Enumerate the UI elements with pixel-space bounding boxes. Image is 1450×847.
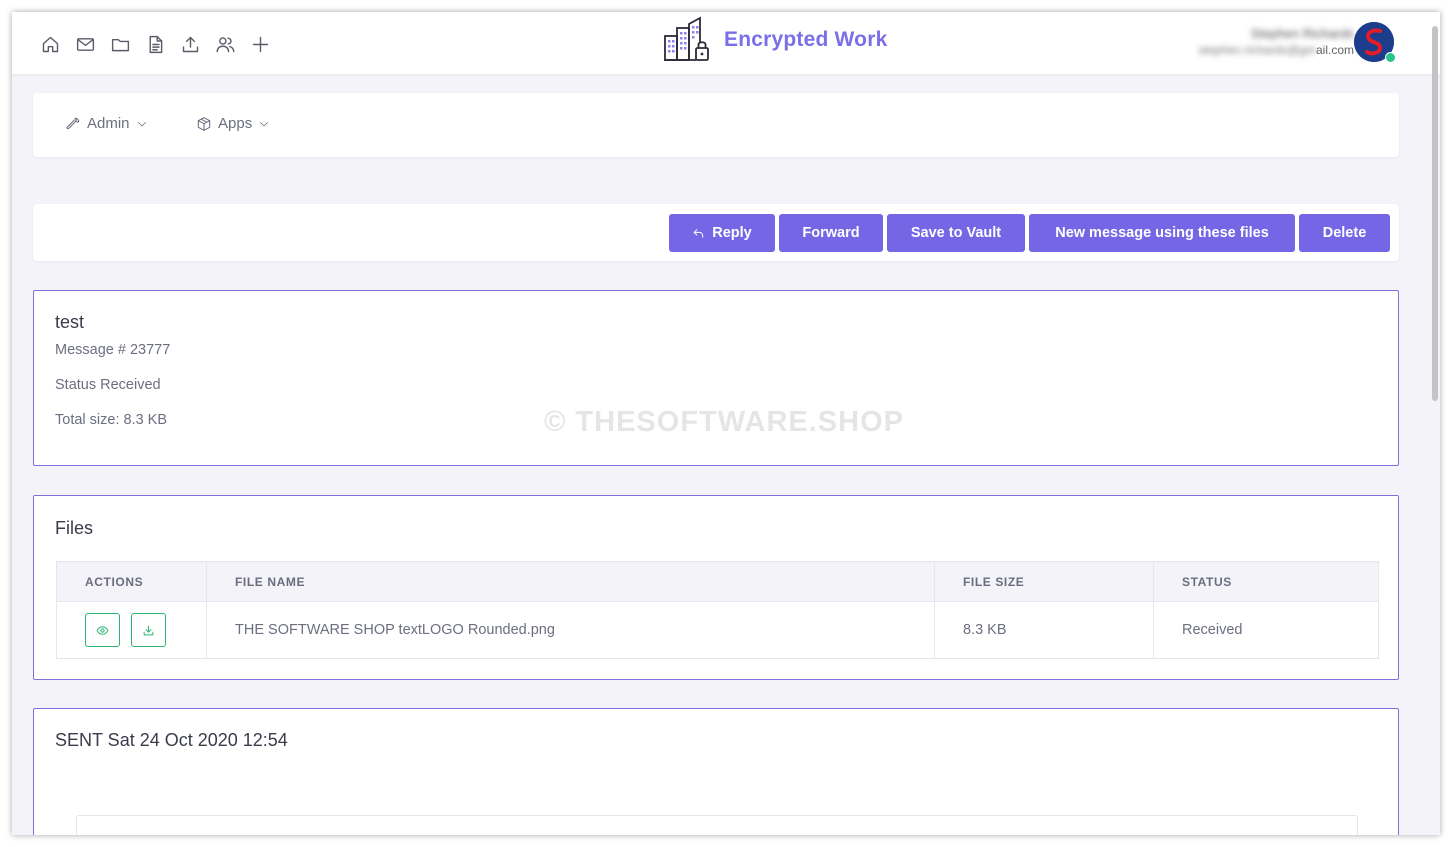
message-toolbar: Reply Forward Save to Vault New message … <box>33 204 1399 261</box>
main-menu: Admin Apps <box>33 93 1399 157</box>
top-navbar: Encrypted Work Stephen Richards stephen.… <box>12 12 1440 74</box>
files-title: Files <box>55 518 94 538</box>
message-status: Status Received <box>55 377 161 393</box>
wrench-icon <box>66 117 80 129</box>
brand-title: Encrypted Work <box>724 28 888 51</box>
online-status-dot <box>1385 52 1396 63</box>
column-header-actions[interactable]: ACTIONS <box>57 562 207 601</box>
mail-icon[interactable] <box>73 32 97 56</box>
nav-icon-bar <box>38 32 272 56</box>
sent-title: SENT Sat 24 Oct 2020 12:54 <box>55 730 288 750</box>
delete-button[interactable]: Delete <box>1299 214 1390 252</box>
files-panel: Files ACTIONS FILE NAME FILE SIZE STATUS… <box>33 495 1399 680</box>
scrollbar-thumb[interactable] <box>1432 26 1438 401</box>
column-header-file-size[interactable]: FILE SIZE <box>935 562 1154 601</box>
forward-button[interactable]: Forward <box>779 214 883 252</box>
box-icon <box>197 116 211 131</box>
message-body-box <box>76 815 1358 835</box>
menu-apps-label: Apps <box>218 115 253 132</box>
download-icon <box>143 625 154 635</box>
file-size-cell: 8.3 KB <box>935 602 1154 658</box>
avatar[interactable] <box>1354 22 1396 63</box>
watermark: © THESOFTWARE.SHOP <box>544 406 904 438</box>
building-lock-icon <box>664 16 709 61</box>
menu-admin[interactable]: Admin <box>65 115 148 132</box>
home-icon[interactable] <box>38 32 62 56</box>
users-icon[interactable] <box>213 32 237 56</box>
table-row: THE SOFTWARE SHOP textLOGO Rounded.png 8… <box>57 602 1378 658</box>
folder-icon[interactable] <box>108 32 132 56</box>
upload-icon[interactable] <box>178 32 202 56</box>
sent-panel: SENT Sat 24 Oct 2020 12:54 <box>33 708 1399 835</box>
message-number: Message # 23777 <box>55 342 171 358</box>
eye-icon <box>96 625 109 635</box>
reply-button[interactable]: Reply <box>669 214 775 252</box>
app-window: Encrypted Work Stephen Richards stephen.… <box>12 12 1440 835</box>
message-details: test Message # 23777 Status Received Tot… <box>33 290 1399 466</box>
reply-arrow-icon <box>693 228 704 238</box>
document-icon[interactable] <box>143 32 167 56</box>
new-message-button[interactable]: New message using these files <box>1029 214 1295 252</box>
brand[interactable]: Encrypted Work <box>662 16 887 64</box>
plus-icon[interactable] <box>248 32 272 56</box>
column-header-file-name[interactable]: FILE NAME <box>207 562 935 601</box>
file-status-cell: Received <box>1182 622 1243 638</box>
save-to-vault-button[interactable]: Save to Vault <box>887 214 1025 252</box>
column-header-status[interactable]: STATUS <box>1154 562 1378 601</box>
message-title: test <box>55 312 85 332</box>
menu-admin-label: Admin <box>87 115 130 132</box>
download-file-button[interactable] <box>131 613 166 647</box>
user-email-hidden: stephen.richards@gm <box>1198 43 1316 57</box>
row-actions <box>57 602 207 658</box>
user-info[interactable]: Stephen Richards stephen.richards@gmail.… <box>1198 26 1354 58</box>
file-name-cell: THE SOFTWARE SHOP textLOGO Rounded.png <box>207 602 935 658</box>
chevron-down-icon <box>260 121 269 126</box>
message-total-size: Total size: 8.3 KB <box>55 412 168 428</box>
menu-apps[interactable]: Apps <box>196 115 270 132</box>
view-file-button[interactable] <box>85 613 120 647</box>
chevron-down-icon <box>137 121 146 126</box>
user-email: stephen.richards@gmail.com <box>1198 42 1354 58</box>
user-email-visible: ail.com <box>1315 43 1354 57</box>
files-table: ACTIONS FILE NAME FILE SIZE STATUS THE S… <box>56 561 1379 659</box>
user-name: Stephen Richards <box>1250 26 1354 41</box>
table-header: ACTIONS FILE NAME FILE SIZE STATUS <box>57 562 1378 602</box>
